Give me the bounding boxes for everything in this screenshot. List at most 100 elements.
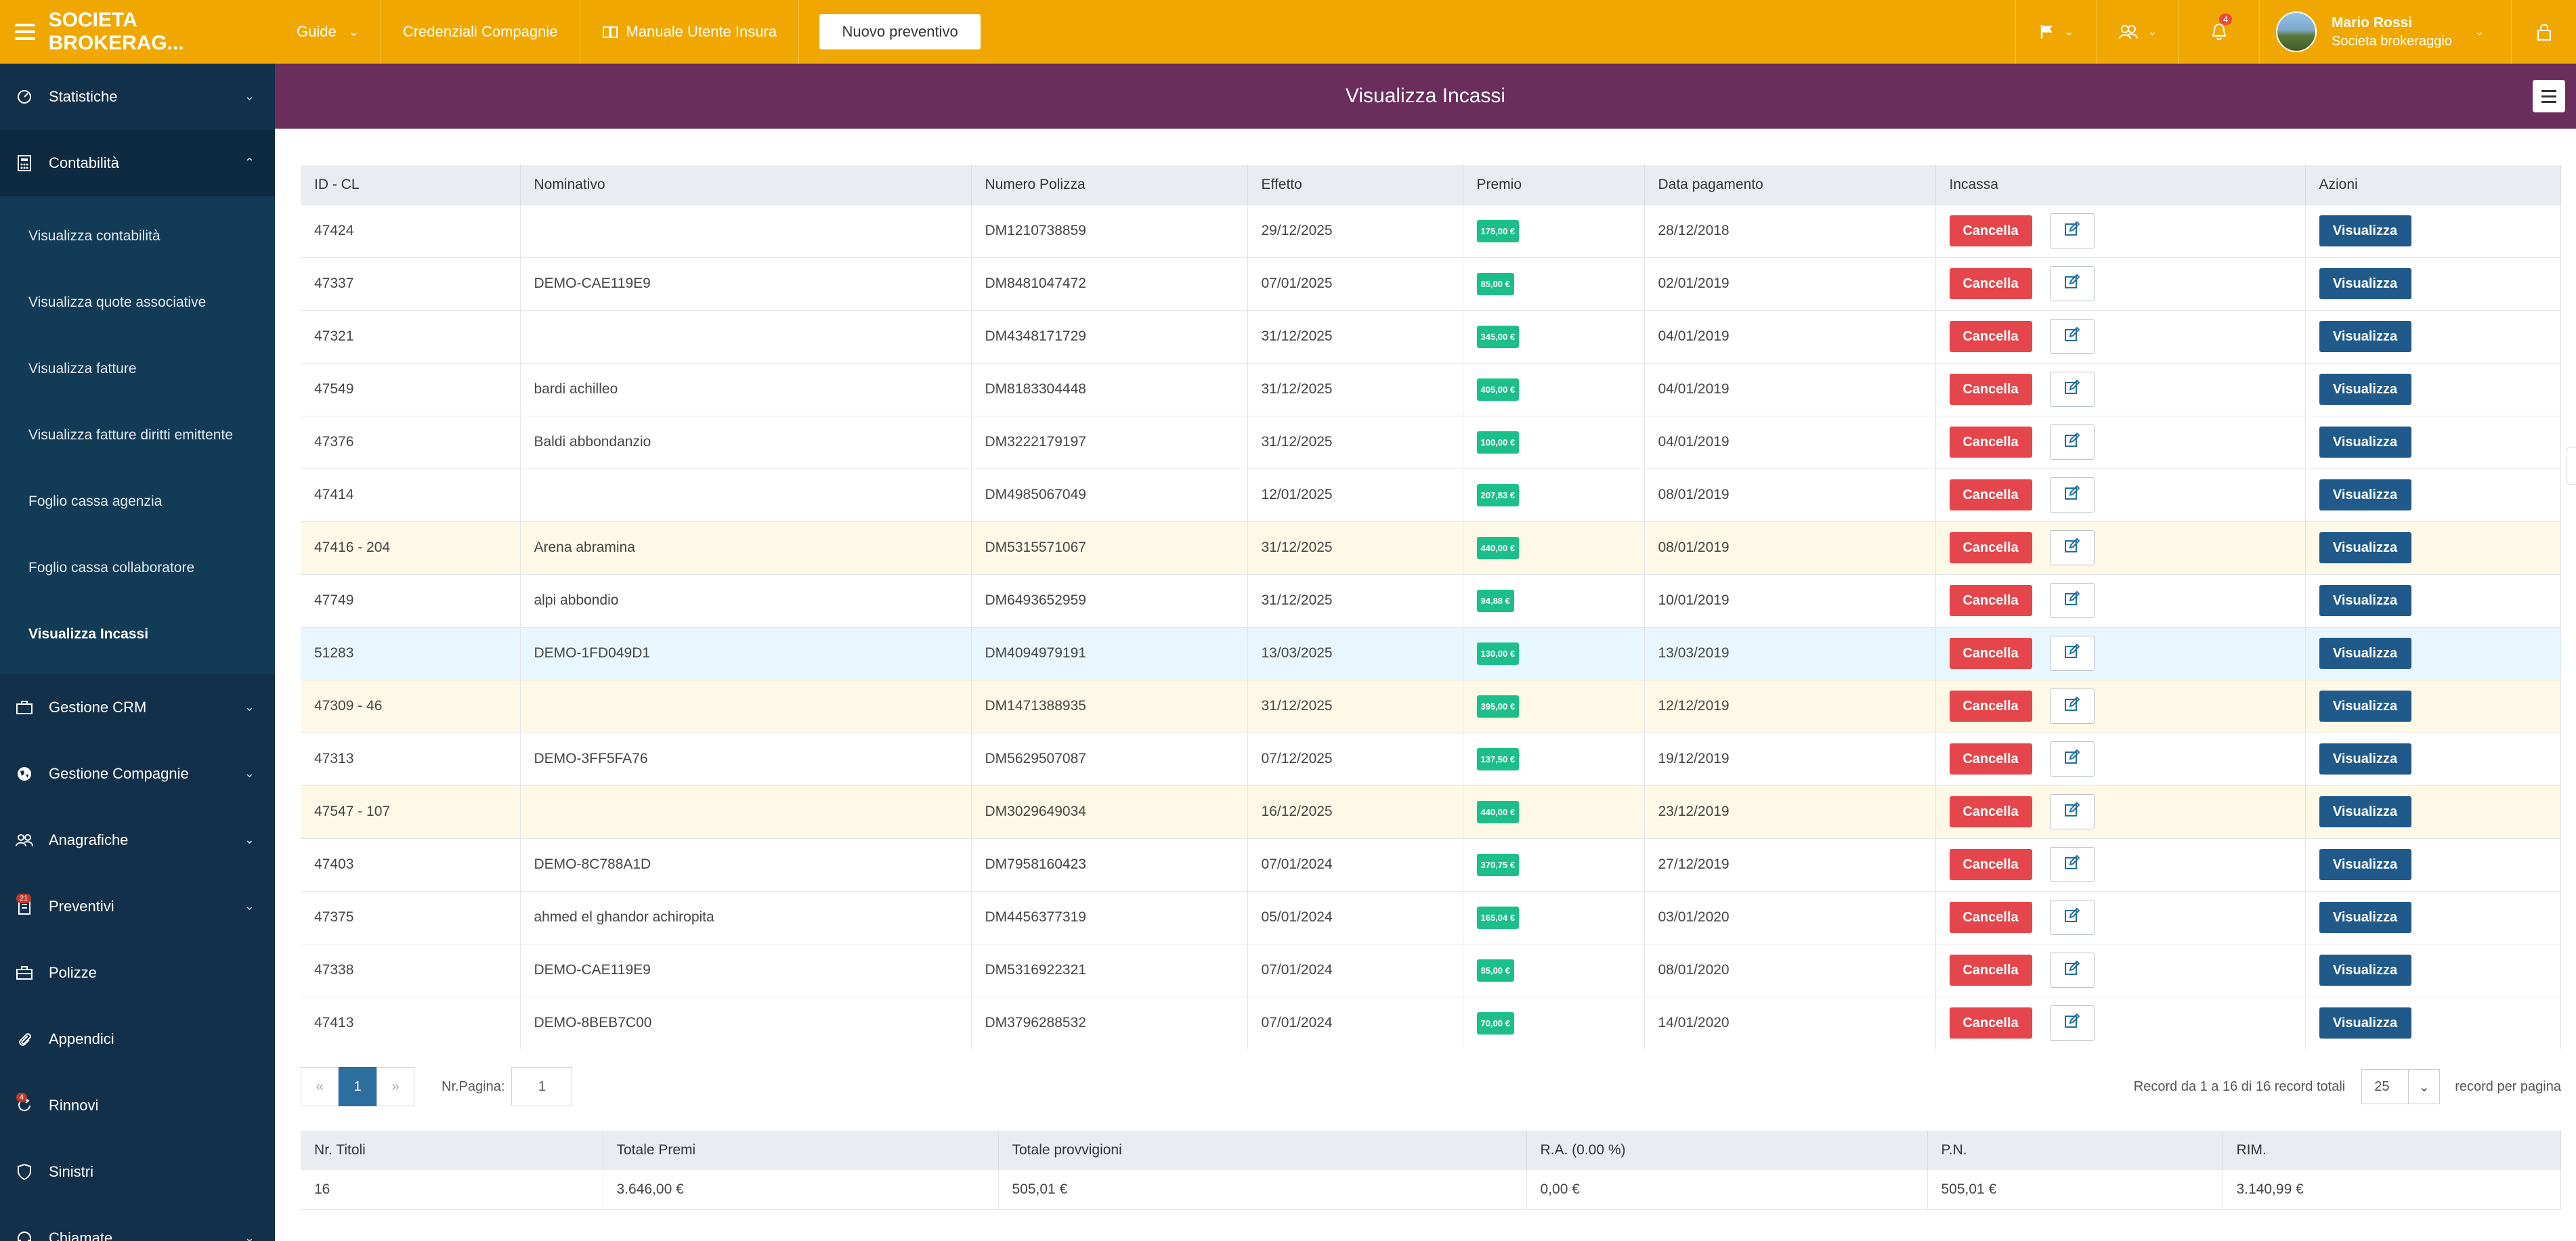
visualizza-button[interactable]: Visualizza — [2319, 902, 2411, 933]
cancella-button[interactable]: Cancella — [1949, 585, 2032, 616]
cancella-button[interactable]: Cancella — [1949, 1007, 2032, 1039]
sidebar-item-polizze[interactable]: Polizze — [0, 940, 275, 1006]
cancella-button[interactable]: Cancella — [1949, 215, 2032, 246]
cancella-button[interactable]: Cancella — [1949, 691, 2032, 722]
flag-menu[interactable]: ⌄ — [2015, 0, 2097, 64]
visualizza-button[interactable]: Visualizza — [2319, 427, 2411, 458]
chevron-down-icon: ⌄ — [2474, 26, 2485, 38]
sidebar-item-preventivi[interactable]: 21 Preventivi ⌄ — [0, 873, 275, 940]
guide-menu[interactable]: Guide ⌄ — [275, 0, 381, 64]
edit-button[interactable] — [2049, 741, 2095, 777]
user-menu[interactable]: Mario Rossi Societa brokeraggio ⌄ — [2259, 0, 2511, 64]
side-panel-tab[interactable] — [2567, 447, 2576, 485]
edit-button[interactable] — [2049, 1005, 2095, 1041]
visualizza-button[interactable]: Visualizza — [2319, 743, 2411, 775]
sidebar-subitem-fatture-diritti[interactable]: Visualizza fatture diritti emittente — [0, 402, 275, 469]
sidebar-item-chiamate[interactable]: Chiamate ⌄ — [0, 1205, 275, 1241]
edit-button[interactable] — [2049, 319, 2095, 354]
cancella-button[interactable]: Cancella — [1949, 902, 2032, 933]
notifications-menu[interactable]: 4 — [2178, 0, 2259, 64]
manuale-link[interactable]: Manuale Utente Insura — [580, 0, 800, 64]
sidebar-item-anagrafiche[interactable]: Anagrafiche ⌄ — [0, 807, 275, 873]
cancella-button[interactable]: Cancella — [1949, 638, 2032, 669]
edit-button[interactable] — [2049, 689, 2095, 724]
cell-data-pagamento: 19/12/2019 — [1644, 732, 1936, 785]
edit-button[interactable] — [2049, 900, 2095, 935]
edit-icon — [2063, 537, 2081, 559]
credenziali-link[interactable]: Credenziali Compagnie — [381, 0, 580, 64]
cancella-button[interactable]: Cancella — [1949, 955, 2032, 986]
visualizza-button[interactable]: Visualizza — [2319, 374, 2411, 405]
premio-badge: 137,50 € — [1476, 747, 1520, 770]
nr-pagina-input[interactable]: 1 — [511, 1067, 573, 1106]
sidebar-item-compagnie[interactable]: Gestione Compagnie ⌄ — [0, 741, 275, 807]
visualizza-button[interactable]: Visualizza — [2319, 215, 2411, 246]
col-nominativo[interactable]: Nominativo — [520, 165, 972, 204]
visualizza-button[interactable]: Visualizza — [2319, 1007, 2411, 1039]
sidebar-item-label: Statistiche — [49, 88, 118, 105]
col-polizza[interactable]: Numero Polizza — [971, 165, 1248, 204]
nuovo-preventivo-button[interactable]: Nuovo preventivo — [819, 14, 981, 49]
sidebar-subitem-visualizza-incassi[interactable]: Visualizza Incassi — [0, 601, 275, 668]
per-page-select[interactable]: 25 ⌄ — [2361, 1069, 2441, 1104]
edit-button[interactable] — [2049, 266, 2095, 301]
menu-toggle-icon[interactable] — [15, 24, 35, 40]
visualizza-button[interactable]: Visualizza — [2319, 849, 2411, 880]
visualizza-button[interactable]: Visualizza — [2319, 796, 2411, 827]
cell-nominativo: DEMO-CAE119E9 — [520, 257, 972, 310]
cell-data-pagamento: 12/12/2019 — [1644, 679, 1936, 733]
edit-button[interactable] — [2049, 530, 2095, 565]
edit-button[interactable] — [2049, 953, 2095, 988]
visualizza-button[interactable]: Visualizza — [2319, 638, 2411, 669]
prev-page-button[interactable]: « — [301, 1067, 339, 1106]
visualizza-button[interactable]: Visualizza — [2319, 321, 2411, 352]
sidebar-item-sinistri[interactable]: Sinistri — [0, 1139, 275, 1205]
cancella-button[interactable]: Cancella — [1949, 796, 2032, 827]
cancella-button[interactable]: Cancella — [1949, 374, 2032, 405]
users-menu[interactable]: ⌄ — [2097, 0, 2178, 64]
col-premio[interactable]: Premio — [1463, 165, 1645, 204]
edit-button[interactable] — [2049, 847, 2095, 882]
sidebar-item-appendici[interactable]: Appendici — [0, 1006, 275, 1072]
sidebar-item-contabilita[interactable]: Contabilità ⌃ — [0, 130, 275, 196]
cancella-button[interactable]: Cancella — [1949, 532, 2032, 563]
visualizza-button[interactable]: Visualizza — [2319, 585, 2411, 616]
edit-button[interactable] — [2049, 424, 2095, 460]
sidebar-subitem-quote-associative[interactable]: Visualizza quote associative — [0, 269, 275, 336]
edit-icon — [2063, 273, 2081, 295]
sidebar-item-rinnovi[interactable]: 4 Rinnovi — [0, 1072, 275, 1139]
sidebar-subitem-foglio-cassa-collaboratore[interactable]: Foglio cassa collaboratore — [0, 535, 275, 601]
header-menu-button[interactable] — [2533, 80, 2565, 112]
brand[interactable]: SOCIETA BROKERAG... — [0, 0, 275, 64]
visualizza-button[interactable]: Visualizza — [2319, 479, 2411, 510]
cancella-button[interactable]: Cancella — [1949, 479, 2032, 510]
visualizza-button[interactable]: Visualizza — [2319, 691, 2411, 722]
edit-button[interactable] — [2049, 583, 2095, 618]
col-data-pagamento[interactable]: Data pagamento — [1644, 165, 1936, 204]
lock-button[interactable] — [2511, 0, 2576, 64]
cancella-button[interactable]: Cancella — [1949, 427, 2032, 458]
edit-button[interactable] — [2049, 636, 2095, 671]
edit-button[interactable] — [2049, 213, 2095, 248]
cancella-button[interactable]: Cancella — [1949, 321, 2032, 352]
sidebar-subitem-fatture[interactable]: Visualizza fatture — [0, 336, 275, 402]
col-id[interactable]: ID - CL — [301, 165, 521, 204]
page-button-current[interactable]: 1 — [339, 1067, 377, 1106]
visualizza-button[interactable]: Visualizza — [2319, 268, 2411, 299]
edit-icon — [2063, 431, 2081, 453]
edit-button[interactable] — [2049, 372, 2095, 407]
col-effetto[interactable]: Effetto — [1247, 165, 1463, 204]
visualizza-button[interactable]: Visualizza — [2319, 532, 2411, 563]
cancella-button[interactable]: Cancella — [1949, 268, 2032, 299]
cancella-button[interactable]: Cancella — [1949, 743, 2032, 775]
sidebar-subitem-foglio-cassa-agenzia[interactable]: Foglio cassa agenzia — [0, 469, 275, 535]
next-page-button[interactable]: » — [377, 1067, 414, 1106]
edit-button[interactable] — [2049, 794, 2095, 829]
edit-button[interactable] — [2049, 477, 2095, 513]
chevron-down-icon: ⌄ — [348, 24, 359, 39]
sidebar-item-statistiche[interactable]: Statistiche ⌄ — [0, 64, 275, 130]
cancella-button[interactable]: Cancella — [1949, 849, 2032, 880]
visualizza-button[interactable]: Visualizza — [2319, 955, 2411, 986]
sidebar-subitem-visualizza-contabilita[interactable]: Visualizza contabilità — [0, 203, 275, 269]
sidebar-item-crm[interactable]: Gestione CRM ⌄ — [0, 674, 275, 741]
